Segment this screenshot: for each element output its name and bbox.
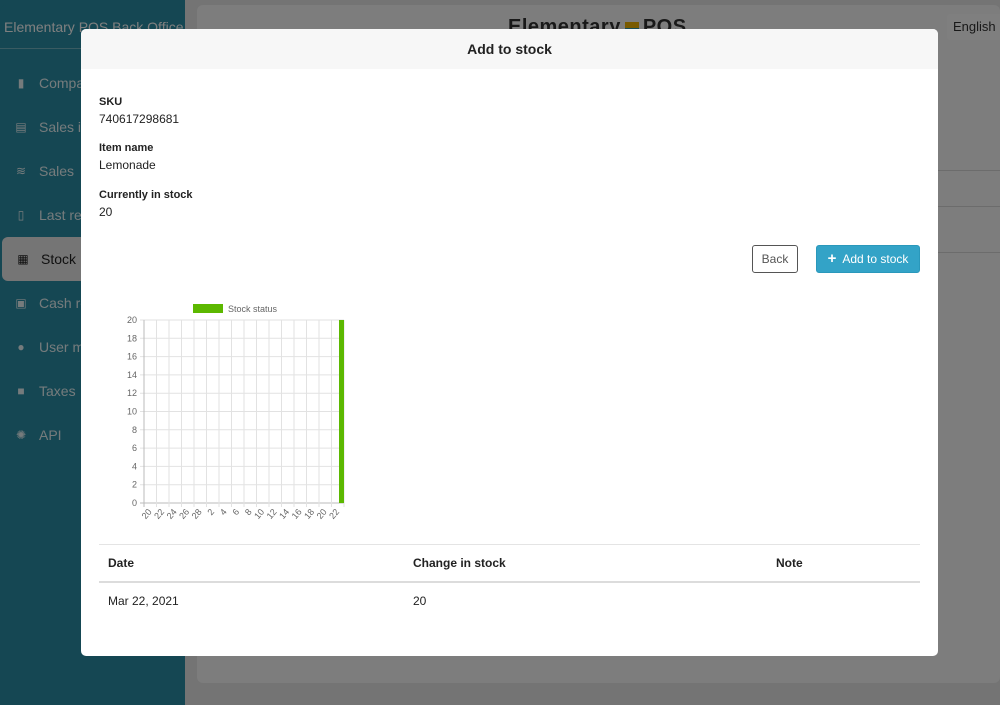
cell-change: 20: [413, 594, 427, 608]
back-button[interactable]: Back: [752, 245, 798, 273]
in-stock-label: Currently in stock: [99, 189, 193, 201]
sku-label: SKU: [99, 96, 123, 108]
table-header-row: Date Change in stock Note: [99, 544, 920, 583]
sku-value: 740617298681: [99, 112, 180, 126]
y-tick-label: 14: [127, 370, 137, 380]
x-tick-label: 28: [190, 507, 204, 521]
legend-label: Stock status: [228, 304, 278, 314]
stock-history-table: Date Change in stock Note Mar 22, 2021 2…: [99, 544, 920, 620]
stock-bar: [339, 320, 344, 503]
y-tick-label: 18: [127, 333, 137, 343]
y-tick-label: 20: [127, 315, 137, 325]
y-tick-label: 8: [132, 425, 137, 435]
add-to-stock-dialog: Add to stock SKU 740617298681 Item name …: [81, 29, 938, 656]
in-stock-field: Currently in stock 20: [99, 188, 193, 220]
y-tick-label: 0: [132, 498, 137, 508]
y-tick-label: 16: [127, 352, 137, 362]
column-header-note: Note: [767, 544, 920, 583]
column-header-date: Date: [99, 544, 404, 583]
y-tick-label: 6: [132, 443, 137, 453]
x-tick-label: 6: [230, 507, 241, 517]
x-tick-label: 22: [327, 507, 341, 521]
cell-date: Mar 22, 2021: [108, 594, 179, 608]
cell-note: [767, 582, 920, 620]
plus-icon: +: [827, 250, 837, 267]
y-tick-label: 12: [127, 388, 137, 398]
item-name-label: Item name: [99, 142, 154, 154]
dialog-title: Add to stock: [81, 29, 938, 69]
y-tick-label: 2: [132, 480, 137, 490]
y-tick-label: 10: [127, 407, 137, 417]
add-to-stock-label: Add to stock: [842, 252, 909, 266]
stock-status-chart: Stock status024681012141618202022242628 2…: [127, 304, 345, 521]
y-tick-label: 4: [132, 461, 137, 471]
item-name-field: Item name Lemonade: [99, 141, 156, 173]
x-tick-label: 4: [218, 507, 229, 517]
add-to-stock-button[interactable]: + Add to stock: [816, 245, 920, 273]
legend-swatch: [193, 304, 223, 313]
sku-field: SKU 740617298681: [99, 95, 179, 127]
in-stock-value: 20: [99, 205, 113, 219]
table-row: Mar 22, 2021 20: [99, 582, 920, 620]
item-name-value: Lemonade: [99, 158, 156, 172]
column-header-change: Change in stock: [404, 544, 767, 583]
x-tick-label: 2: [205, 507, 216, 517]
